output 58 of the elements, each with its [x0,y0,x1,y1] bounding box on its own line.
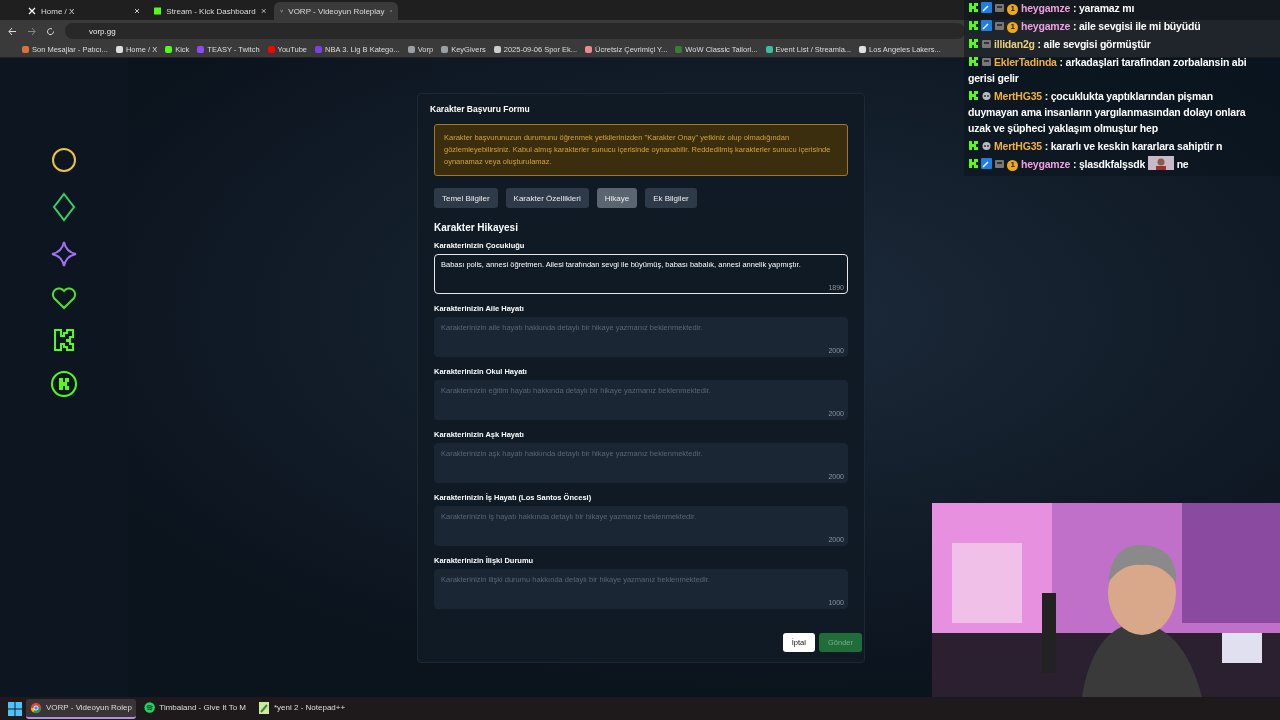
browser-tab[interactable]: Home / X [22,2,146,20]
bot-badge-icon [994,2,1005,13]
kick-badge-icon [968,2,979,13]
chat-username: MertHG35 [994,90,1042,102]
taskbar-item[interactable]: VORP - Videoyun Rolep [26,698,136,719]
taskbar-item[interactable]: Timbaland - Give It To M [140,698,250,719]
chat-message: ne [1176,158,1189,170]
browser-tab[interactable]: VORP - Videoyun Roleplay [274,2,398,20]
robot-badge-icon [981,140,992,151]
browser-icon[interactable] [30,700,42,715]
chat-message: : aile sevgisi görmüştür [1037,38,1151,50]
chat-username: heygamze [1021,20,1071,32]
address-bar[interactable]: vorp.gg [65,23,965,39]
chat-username: heygamze [1021,158,1071,170]
robot-badge-icon [981,90,992,101]
close-icon[interactable] [260,8,266,14]
kick-badge-icon [968,20,979,31]
chat-message: : yaramaz mı [1072,2,1135,14]
start-icon[interactable] [8,701,22,716]
bot-badge-icon [994,158,1005,169]
browser-tab[interactable]: Stream - Kick Dashboard [148,2,272,20]
chat-username: illidan2g [994,38,1035,50]
wrench-badge-icon [981,20,992,31]
kick-badge-icon [968,38,979,49]
back-icon[interactable] [8,26,17,36]
close-icon[interactable] [134,8,140,14]
chat-message: gerisi gelir [968,71,1019,86]
chat-message: : çocuklukta yaptıklarından pişman [1044,90,1213,102]
months-badge: 1 [1007,3,1018,15]
chat-message: : arkadaşlari tarafindan zorbalansin abi [1059,56,1247,68]
wrench-badge-icon [981,2,992,13]
reload-icon[interactable] [46,26,55,36]
kick-badge-icon [968,140,979,151]
chat-username: heygamze [1021,2,1071,14]
x-icon [28,7,36,15]
form-tab[interactable]: Karakter Özellikleri [505,188,589,208]
chat-message: duymayan ama insanların yargılanmasından dolayı onlara [968,105,1246,120]
form-tab[interactable]: Ek Bilgiler [645,188,697,208]
chat-message: : kararlı ve keskin kararlara sahiptir n [1044,140,1223,152]
forward-icon[interactable] [27,26,36,36]
form-tab[interactable]: Temel Bilgiler [434,188,498,208]
taskbar-item[interactable]: *yeni 2 - Notepad++ [254,698,364,719]
chat-message: : aile sevgisi ile mi büyüdü [1072,20,1201,32]
chat-username: EklerTadinda [994,56,1057,68]
form-tab[interactable]: Hikaye [596,188,638,208]
notepad-icon[interactable] [258,700,270,715]
dialog-title: Karakter Başvuru Formu [430,104,531,114]
spotify-icon[interactable] [144,701,156,714]
chat-message: : şlasdkfalşsdk [1072,158,1146,170]
section-title: Karakter Hikayesi [434,222,519,233]
chat-message: uzak ve şüpheci yaklaşım olmuştur hep [968,121,1158,136]
kick-badge-icon [968,90,979,101]
kick-badge-icon [968,56,979,67]
months-badge: 1 [1007,21,1018,33]
months-badge: 1 [1007,159,1018,171]
kick-badge-icon [968,158,979,169]
chat-username: MertHG35 [994,140,1042,152]
wrench-badge-icon [981,158,992,169]
